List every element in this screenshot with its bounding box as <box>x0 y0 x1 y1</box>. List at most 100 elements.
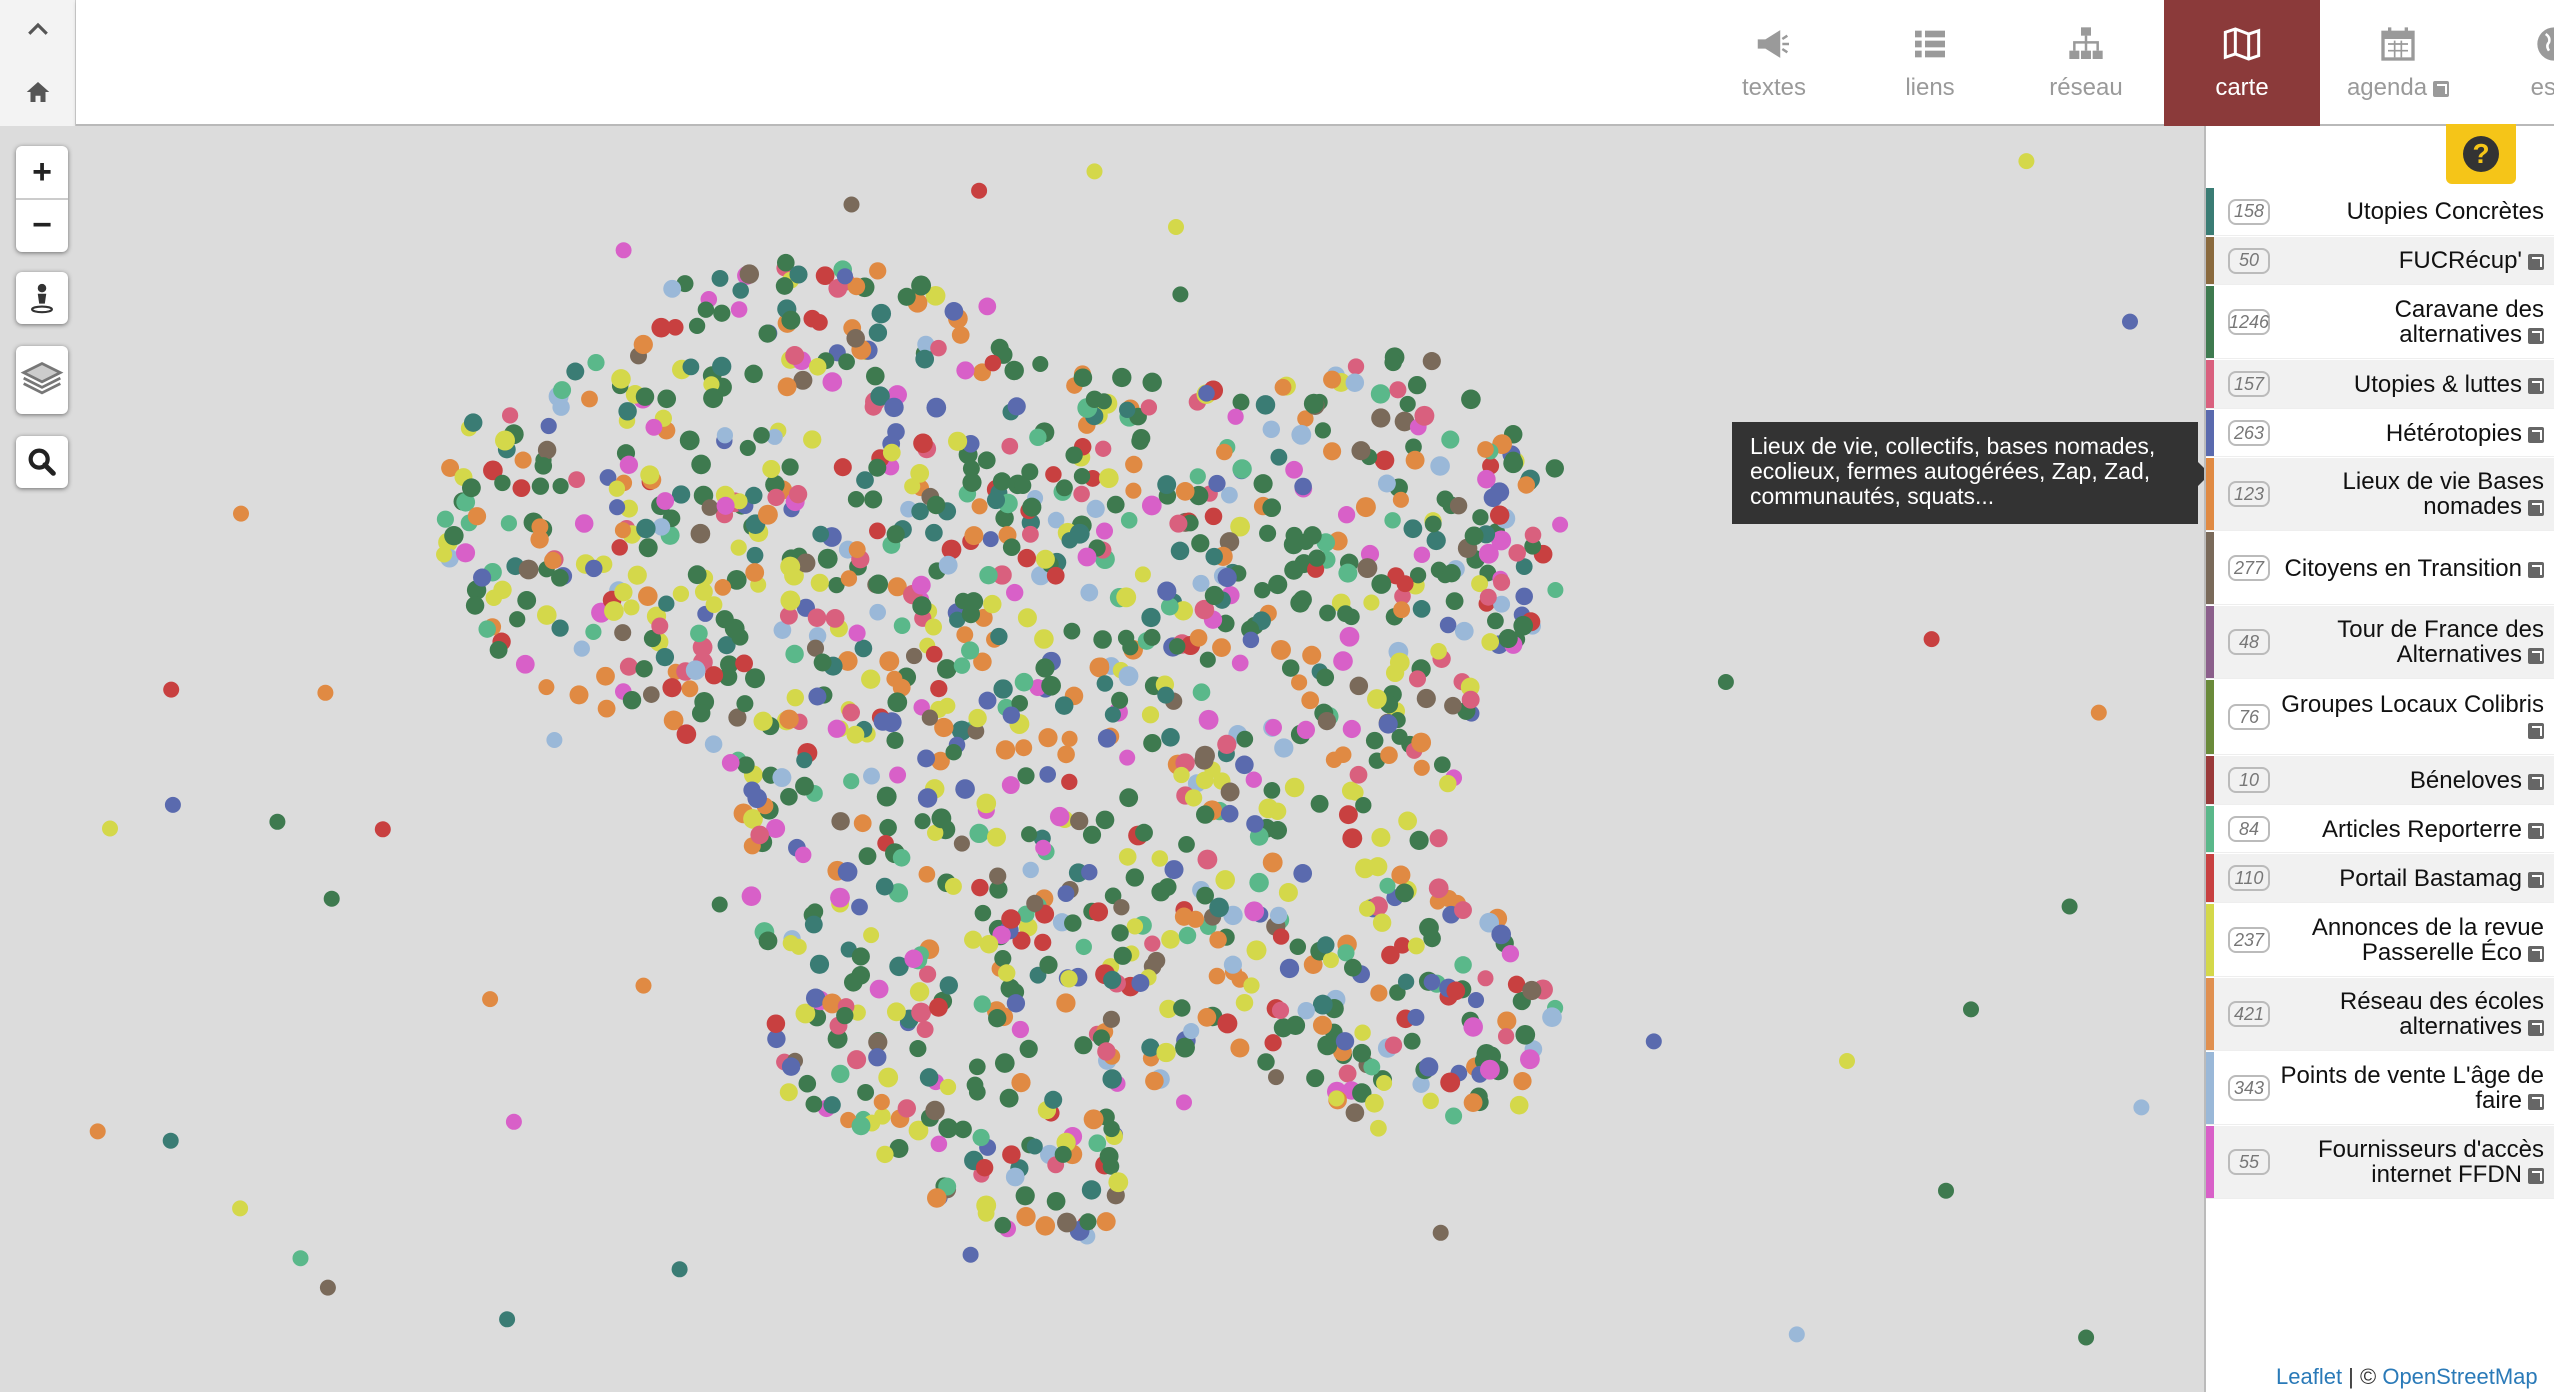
map-marker[interactable] <box>851 1116 871 1136</box>
map-marker[interactable] <box>1049 806 1070 827</box>
map-marker[interactable] <box>927 1188 947 1208</box>
map-marker[interactable] <box>1035 549 1055 569</box>
map-marker[interactable] <box>833 458 852 477</box>
map-marker[interactable] <box>1430 642 1447 660</box>
map-marker[interactable] <box>658 595 675 612</box>
map-marker[interactable] <box>569 685 589 705</box>
map-marker[interactable] <box>89 1123 106 1140</box>
map-marker[interactable] <box>780 590 801 611</box>
map-marker[interactable] <box>164 796 181 813</box>
map-marker[interactable] <box>1096 675 1114 692</box>
map-marker[interactable] <box>455 543 476 563</box>
map-marker[interactable] <box>1432 1224 1449 1241</box>
map-marker[interactable] <box>871 303 892 324</box>
map-marker[interactable] <box>953 835 970 852</box>
map-marker[interactable] <box>1414 405 1435 426</box>
map-marker[interactable] <box>879 818 897 837</box>
map-marker[interactable] <box>971 182 988 199</box>
map-marker[interactable] <box>831 1064 850 1084</box>
map-marker[interactable] <box>810 573 829 592</box>
map-marker[interactable] <box>990 627 1008 646</box>
map-marker[interactable] <box>1349 676 1369 696</box>
map-marker[interactable] <box>1172 286 1189 303</box>
map-marker[interactable] <box>1209 931 1227 949</box>
map-marker[interactable] <box>1391 865 1411 885</box>
map-marker[interactable] <box>805 988 826 1008</box>
map-marker[interactable] <box>597 699 616 718</box>
map-marker[interactable] <box>1046 566 1065 585</box>
map-marker[interactable] <box>1017 548 1037 568</box>
map-marker[interactable] <box>1367 689 1387 709</box>
map-marker[interactable] <box>974 904 992 922</box>
map-marker[interactable] <box>961 641 980 660</box>
map-marker[interactable] <box>501 407 519 424</box>
map-marker[interactable] <box>1215 870 1235 890</box>
map-marker[interactable] <box>614 624 632 642</box>
map-marker[interactable] <box>1370 1119 1387 1137</box>
map-marker[interactable] <box>758 931 778 951</box>
map-marker[interactable] <box>1403 1032 1421 1050</box>
map-marker[interactable] <box>1006 994 1026 1013</box>
map-marker[interactable] <box>1196 805 1215 824</box>
nav-liens[interactable]: liens <box>1852 0 2008 126</box>
map-marker[interactable] <box>853 814 872 833</box>
map-marker[interactable] <box>735 654 754 673</box>
map-marker[interactable] <box>1082 825 1102 844</box>
map-marker[interactable] <box>1310 794 1329 813</box>
map-marker[interactable] <box>1246 815 1264 833</box>
map-marker[interactable] <box>1274 378 1292 396</box>
map-marker[interactable] <box>553 381 572 400</box>
map-marker[interactable] <box>1122 639 1139 656</box>
map-marker[interactable] <box>1413 546 1431 564</box>
map-marker[interactable] <box>1246 940 1267 961</box>
map-marker[interactable] <box>581 390 598 408</box>
external-link-icon[interactable] <box>2528 426 2544 443</box>
map-marker[interactable] <box>685 660 706 681</box>
map-marker[interactable] <box>1454 621 1474 641</box>
map-marker[interactable] <box>868 323 888 342</box>
map-marker[interactable] <box>1477 469 1496 489</box>
map-marker[interactable] <box>786 688 805 707</box>
map-marker[interactable] <box>1290 593 1310 613</box>
map-marker[interactable] <box>825 609 845 628</box>
map-marker[interactable] <box>1095 440 1112 457</box>
map-marker[interactable] <box>1433 756 1451 774</box>
map-marker[interactable] <box>509 611 526 628</box>
map-marker[interactable] <box>1479 588 1497 606</box>
map-marker[interactable] <box>873 1093 890 1111</box>
map-marker[interactable] <box>975 1158 994 1177</box>
map-marker[interactable] <box>930 679 948 698</box>
chevron-up-icon[interactable] <box>0 0 76 60</box>
external-link-icon[interactable] <box>2528 500 2544 516</box>
map-marker[interactable] <box>868 1048 887 1067</box>
map-marker[interactable] <box>1249 872 1269 893</box>
map-marker[interactable] <box>2061 898 2078 915</box>
map-marker[interactable] <box>1017 608 1037 628</box>
map-marker[interactable] <box>918 865 936 883</box>
map-marker[interactable] <box>1118 666 1139 687</box>
external-link-icon[interactable] <box>2528 254 2544 270</box>
map-marker[interactable] <box>1504 451 1522 469</box>
map-marker[interactable] <box>672 585 690 603</box>
map-marker[interactable] <box>986 491 1006 510</box>
map-marker[interactable] <box>830 887 850 908</box>
map-marker[interactable] <box>1472 509 1489 526</box>
map-marker[interactable] <box>937 659 957 679</box>
map-marker[interactable] <box>925 618 942 636</box>
map-marker[interactable] <box>1126 918 1144 935</box>
map-marker[interactable] <box>1095 393 1112 410</box>
map-marker[interactable] <box>911 502 929 521</box>
map-marker[interactable] <box>730 539 747 556</box>
map-marker[interactable] <box>1209 897 1229 918</box>
map-marker[interactable] <box>663 279 682 298</box>
map-marker[interactable] <box>1102 1069 1122 1089</box>
map-marker[interactable] <box>919 1068 939 1087</box>
map-marker[interactable] <box>705 596 723 614</box>
map-marker[interactable] <box>869 603 887 621</box>
map-marker[interactable] <box>886 1002 906 1022</box>
map-marker[interactable] <box>971 878 989 897</box>
map-marker[interactable] <box>1011 1020 1030 1039</box>
map-marker[interactable] <box>1244 901 1265 922</box>
map-marker[interactable] <box>697 301 715 318</box>
map-marker[interactable] <box>897 287 916 306</box>
